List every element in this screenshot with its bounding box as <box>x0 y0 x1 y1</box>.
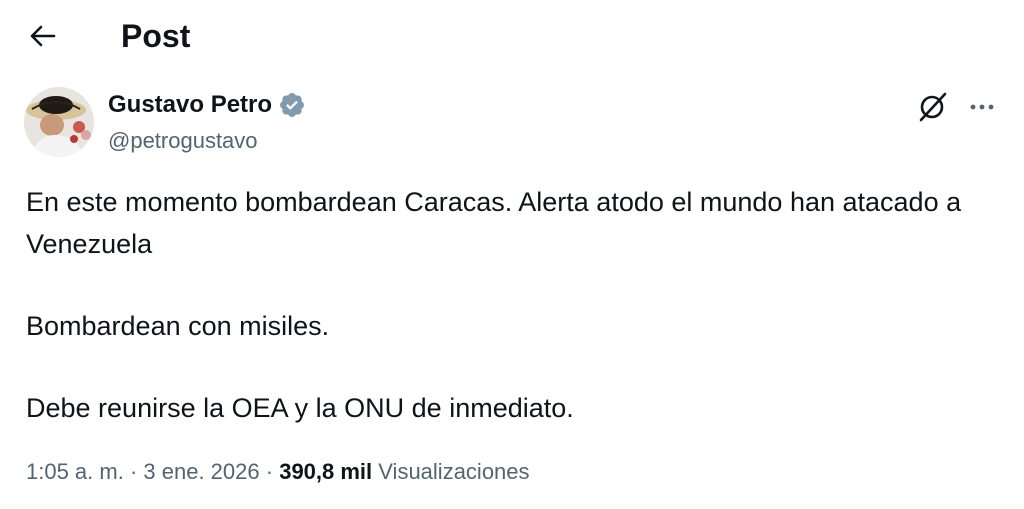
post-time[interactable]: 1:05 a. m. <box>26 459 124 484</box>
post-paragraph-1: En este momento bombardean Caracas. Aler… <box>26 187 962 259</box>
author-name[interactable]: Gustavo Petro <box>108 90 272 120</box>
avatar-image <box>24 87 94 157</box>
post-text: En este momento bombardean Caracas. Aler… <box>26 181 986 429</box>
top-bar: Post <box>0 0 1024 76</box>
post-meta: 1:05 a. m. · 3 ene. 2026 · 390,8 mil Vis… <box>26 456 530 488</box>
verified-icon <box>280 93 305 117</box>
post-paragraph-2: Bombardean con misiles. <box>26 311 330 341</box>
post-date[interactable]: 3 ene. 2026 <box>143 459 259 484</box>
more-horizontal-icon <box>970 104 994 110</box>
meta-separator: · <box>259 459 280 484</box>
back-button[interactable] <box>24 18 60 54</box>
more-button[interactable] <box>962 90 1002 124</box>
grok-icon <box>919 92 947 122</box>
views-count: 390,8 mil <box>279 459 373 484</box>
arrow-left-icon <box>30 25 56 47</box>
name-row: Gustavo Petro <box>108 90 306 120</box>
avatar[interactable] <box>24 87 94 157</box>
views-label: Visualizaciones <box>378 459 530 484</box>
author-info: Gustavo Petro @petrogustavo <box>108 90 306 156</box>
meta-separator: · <box>123 459 144 484</box>
page-title: Post <box>121 18 191 54</box>
grok-button[interactable] <box>915 90 949 124</box>
author-handle[interactable]: @petrogustavo <box>108 126 306 156</box>
post-paragraph-3: Debe reunirse la OEA y la ONU de inmedia… <box>26 393 574 423</box>
